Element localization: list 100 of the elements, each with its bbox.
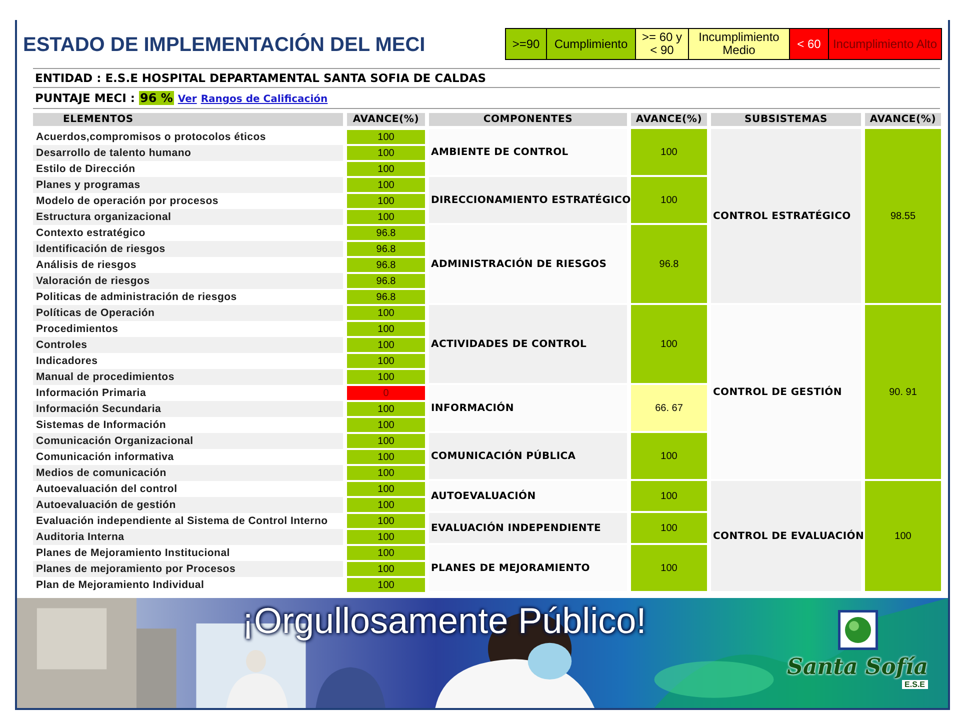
table-cell: 100 xyxy=(347,130,425,144)
table-cell-text: Estilo de Dirección xyxy=(35,162,136,177)
legend-range: >= 60 y < 90 xyxy=(635,29,688,59)
table-cell: 100 xyxy=(347,466,425,480)
table-cell: 100 xyxy=(865,481,941,591)
table-cell: 100 xyxy=(631,545,707,591)
table-cell-text: Evaluación independiente al Sistema de Control Interno xyxy=(35,514,329,529)
table-cell: 100 xyxy=(347,514,425,528)
table-cell: Medios de comunicación xyxy=(33,465,343,481)
link[interactable]: Rangos de Calificación xyxy=(200,94,328,105)
table-cell: 100 xyxy=(347,370,425,384)
table-cell: 100 xyxy=(347,418,425,432)
table-cell: 100 xyxy=(347,146,425,160)
table-cell: 98.55 xyxy=(865,129,941,303)
table-cell-text: Planes de Mejoramiento Institucional xyxy=(35,546,231,561)
table-cell-text: Indicadores xyxy=(35,354,99,369)
table-cell-text: Plan de Mejoramiento Individual xyxy=(35,578,206,593)
table-cell: 100 xyxy=(631,433,707,479)
link[interactable]: Ver xyxy=(178,94,197,105)
table-cell: 90. 91 xyxy=(865,305,941,479)
table-cell: EVALUACIÓN INDEPENDIENTE xyxy=(429,513,627,543)
table-cell-text: Acuerdos,compromisos o protocolos éticos xyxy=(35,130,267,145)
table-cell-text: Información Primaria xyxy=(35,386,148,401)
table-cell: Estructura organizacional xyxy=(33,209,343,225)
table-cell: 100 xyxy=(347,322,425,336)
column-header: AVANCE(%) xyxy=(865,113,941,126)
score-label: PUNTAJE MECI : xyxy=(35,91,136,105)
table-cell: 100 xyxy=(631,129,707,175)
table-cell: 100 xyxy=(347,338,425,352)
table-cell-text: Modelo de operación por procesos xyxy=(35,194,220,209)
table-cell: Controles xyxy=(33,337,343,353)
column-header: COMPONENTES xyxy=(429,113,627,126)
table-cell: Identificación de riesgos xyxy=(33,241,343,257)
table-cell: CONTROL DE EVALUACIÓN xyxy=(711,481,861,591)
table-cell: 100 xyxy=(347,498,425,512)
table-cell: AUTOEVALUACIÓN xyxy=(429,481,627,511)
table-cell: ACTIVIDADES DE CONTROL xyxy=(429,305,627,383)
legend-range: < 60 xyxy=(789,29,828,59)
logo-icon xyxy=(838,610,878,650)
table-cell: 100 xyxy=(347,530,425,544)
table-cell: Políticas de Operación xyxy=(33,305,343,321)
table-cell: Manual de procedimientos xyxy=(33,369,343,385)
table-cell: Autoevaluación de gestión xyxy=(33,497,343,513)
slide-title: ESTADO DE IMPLEMENTACIÓN DEL MECI xyxy=(23,34,426,57)
table-cell: 100 xyxy=(347,450,425,464)
table-cell: 100 xyxy=(631,481,707,511)
logo-name: Santa Sofía xyxy=(787,654,928,680)
legend-label: Incumplimiento Medio xyxy=(688,29,789,59)
table-cell: Valoración de riesgos xyxy=(33,273,343,289)
table-cell: AMBIENTE DE CONTROL xyxy=(429,129,627,175)
column-header: AVANCE(%) xyxy=(631,113,707,126)
table-cell: 96.8 xyxy=(347,258,425,272)
table-cell: 100 xyxy=(631,305,707,383)
table-cell: 100 xyxy=(631,513,707,543)
logo-subtitle: E.S.E xyxy=(902,680,928,689)
legend-label: Cumplimiento xyxy=(546,29,635,59)
table-cell: 66. 67 xyxy=(631,385,707,431)
table-cell: 96.8 xyxy=(631,225,707,303)
table-cell: 100 xyxy=(347,178,425,192)
table-cell: 100 xyxy=(347,562,425,576)
table-cell: 100 xyxy=(347,546,425,560)
table-cell-text: Contexto estratégico xyxy=(35,226,146,241)
table-cell-text: Comunicación informativa xyxy=(35,450,175,465)
table-cell: 100 xyxy=(347,162,425,176)
table-cell: PLANES DE MEJORAMIENTO xyxy=(429,545,627,591)
table-cell: CONTROL DE GESTIÓN xyxy=(711,305,861,479)
table-cell: Planes de mejoramiento por Procesos xyxy=(33,561,343,577)
table-cell-text: Análisis de riesgos xyxy=(35,258,138,273)
table-cell-text: Autoevaluación del control xyxy=(35,482,178,497)
entity-bar: ENTIDAD : E.S.E HOSPITAL DEPARTAMENTAL SANTA SOFIA DE CALDAS xyxy=(33,68,940,88)
table-cell: 100 xyxy=(347,434,425,448)
score-value: 96 % xyxy=(139,91,174,105)
table-cell: 96.8 xyxy=(347,290,425,304)
table-cell: 100 xyxy=(347,578,425,592)
column-header: ELEMENTOS xyxy=(33,113,343,126)
table-cell: Desarrollo de talento humano xyxy=(33,145,343,161)
table-cell: Comunicación Organizacional xyxy=(33,433,343,449)
table-cell: 96.8 xyxy=(347,274,425,288)
table-cell: INFORMACIÓN xyxy=(429,385,627,431)
table-cell: Auditoria Interna xyxy=(33,529,343,545)
table-cell: Información Secundaria xyxy=(33,401,343,417)
column-header: SUBSISTEMAS xyxy=(711,113,861,126)
table-cell: 96.8 xyxy=(347,242,425,256)
table-cell: CONTROL ESTRATÉGICO xyxy=(711,129,861,303)
table-cell: 100 xyxy=(347,482,425,496)
table-cell: 0 xyxy=(347,386,425,400)
table-cell: 100 xyxy=(347,354,425,368)
table-cell: 100 xyxy=(347,306,425,320)
table-cell: 100 xyxy=(631,177,707,223)
table-cell: Planes y programas xyxy=(33,177,343,193)
table-cell: 100 xyxy=(347,194,425,208)
table-cell: COMUNICACIÓN PÚBLICA xyxy=(429,433,627,479)
table-cell: 100 xyxy=(347,210,425,224)
table-cell-text: Procedimientos xyxy=(35,322,120,337)
table-cell: 96.8 xyxy=(347,226,425,240)
legend-range: >=90 xyxy=(506,29,546,59)
column-header: AVANCE(%) xyxy=(347,113,425,126)
legend-label: Incumplimiento Alto xyxy=(828,29,941,59)
table-cell: 100 xyxy=(347,402,425,416)
table-cell: ADMINISTRACIÓN DE RIESGOS xyxy=(429,225,627,303)
